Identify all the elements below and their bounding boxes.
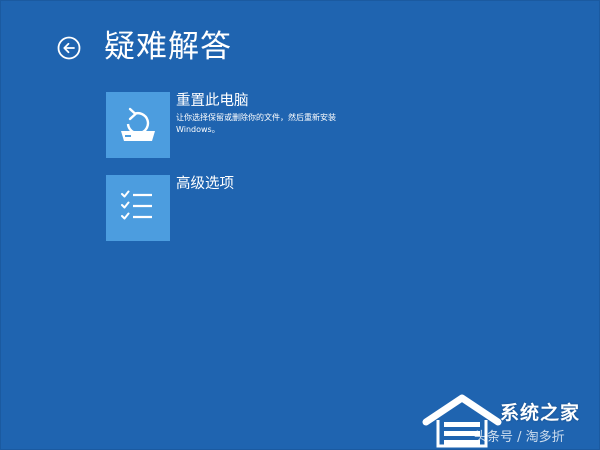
option-title: 高级选项 <box>176 176 234 192</box>
watermark-brand: 系统之家 <box>500 402 581 424</box>
option-tile <box>106 175 170 241</box>
option-reset-pc[interactable]: 重置此电脑 让你选择保留或删除你的文件，然后重新安装 Windows。 <box>106 92 366 158</box>
reset-pc-icon <box>121 107 155 141</box>
watermark-subtitle: 头条号 / 淘多折 <box>474 430 565 445</box>
option-advanced[interactable]: 高级选项 <box>106 175 366 241</box>
checklist-icon <box>121 190 152 220</box>
option-description: 让你选择保留或删除你的文件，然后重新安装 Windows。 <box>176 113 336 134</box>
option-title: 重置此电脑 <box>176 93 249 109</box>
watermark-logo: 系统之家 头条号 / 淘多折 <box>412 382 598 448</box>
page-title: 疑难解答 <box>104 29 232 65</box>
back-button[interactable] <box>57 36 81 60</box>
back-arrow-icon <box>57 36 81 60</box>
option-tile <box>106 92 170 158</box>
